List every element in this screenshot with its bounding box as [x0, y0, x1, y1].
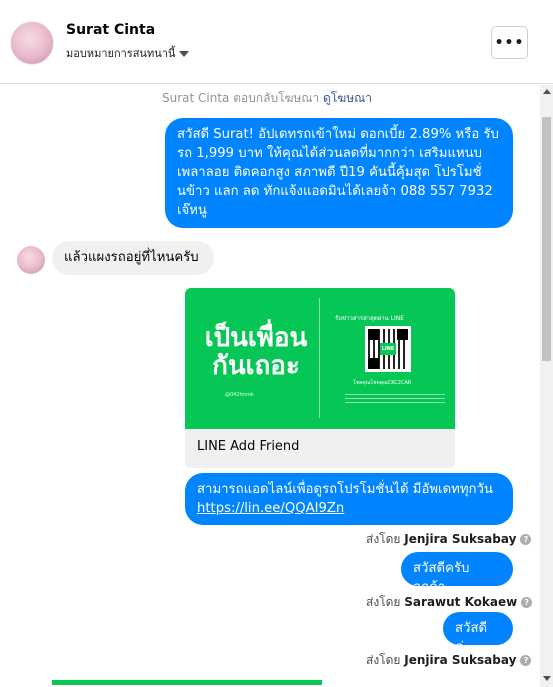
assign-conversation-dropdown[interactable]: มอบหมายการสนทนานี้ — [66, 44, 190, 62]
more-options-button[interactable]: ••• — [491, 26, 528, 59]
conversation-header: Surat Cinta มอบหมายการสนทนานี้ ••• — [0, 0, 553, 84]
line-card-id: @042fmmk — [225, 392, 254, 398]
ad-reply-text: Surat Cinta ตอบกลับโฆษณา — [162, 91, 320, 105]
view-ad-link[interactable]: ดูโฆษณา — [323, 91, 372, 105]
line-logo-icon: LINE — [380, 343, 396, 355]
line-card-code: โชคคุณโชคคุณCKC2CAR — [353, 380, 412, 386]
more-horizontal-icon: ••• — [494, 34, 525, 51]
question-circle-icon[interactable]: ? — [520, 534, 532, 545]
scroll-down-arrow-icon[interactable] — [543, 676, 551, 681]
question-circle-icon[interactable]: ? — [521, 597, 533, 608]
message-thread[interactable]: Surat Cinta ตอบกลับโฆษณา ดูโฆษณา สวัสดี … — [0, 85, 540, 687]
sent-by-name: Sarawut Kokaew — [404, 595, 518, 609]
caret-down-icon — [179, 51, 190, 57]
line-card-headline: เป็นเพื่อนกันเถอะ — [204, 323, 308, 381]
line-card-divider — [319, 298, 320, 418]
line-link[interactable]: https://lin.ee/QQAI9Zn — [197, 499, 501, 518]
sent-by-name: Jenjira Suksabay — [404, 653, 517, 667]
line-card-title[interactable]: LINE Add Friend — [197, 439, 299, 454]
assign-conversation-label: มอบหมายการสนทนานี้ — [66, 47, 176, 60]
next-card-preview — [52, 680, 322, 685]
sent-by-label: ส่งโดย Jenjira Suksabay? — [366, 530, 532, 549]
incoming-message: แล้วแผงรถอยู่ที่ไหนครับ — [52, 241, 214, 275]
page-avatar[interactable] — [10, 21, 54, 65]
scroll-up-arrow-icon[interactable] — [543, 89, 551, 94]
question-circle-icon[interactable]: ? — [520, 655, 532, 666]
sent-by-prefix: ส่งโดย — [366, 653, 401, 667]
scrollbar-thumb[interactable] — [542, 117, 551, 361]
outgoing-message: สามารถแอดไลน์เพื่อดูรถโปรโมชั่นได้ มีอัพ… — [185, 473, 513, 525]
line-card-fine-print — [345, 393, 445, 403]
outgoing-message: สวัสดี Surat! อัปเดทรถเข้าใหม่ ดอกเบี้ย … — [165, 118, 513, 228]
page-name[interactable]: Surat Cinta — [66, 22, 155, 38]
sent-by-name: Jenjira Suksabay — [404, 532, 517, 546]
line-add-friend-card[interactable]: เป็นเพื่อนกันเถอะ @042fmmk รับข่าวสารล่า… — [185, 288, 455, 468]
sent-by-prefix: ส่งโดย — [366, 532, 401, 546]
sent-by-prefix: ส่งโดย — [366, 595, 401, 609]
thread-scrollbar[interactable] — [540, 85, 553, 687]
sent-by-label: ส่งโดย Jenjira Suksabay? — [366, 651, 532, 670]
line-card-right-title: รับข่าวสารล่าสุดผ่าน LINE — [335, 315, 405, 322]
ad-reply-notice: Surat Cinta ตอบกลับโฆษณา ดูโฆษณา — [162, 89, 372, 108]
qr-code-icon: LINE — [365, 326, 411, 372]
outgoing-message: สวัสดีค่ะ — [443, 612, 513, 655]
message-text: สามารถแอดไลน์เพื่อดูรถโปรโมชั่นได้ มีอัพ… — [197, 482, 493, 497]
line-card-image: เป็นเพื่อนกันเถอะ @042fmmk รับข่าวสารล่า… — [185, 288, 455, 429]
outgoing-message: สวัสดีครับลูกค้า — [401, 552, 513, 595]
customer-avatar[interactable] — [17, 246, 45, 274]
sent-by-label: ส่งโดย Sarawut Kokaew? — [366, 593, 533, 612]
